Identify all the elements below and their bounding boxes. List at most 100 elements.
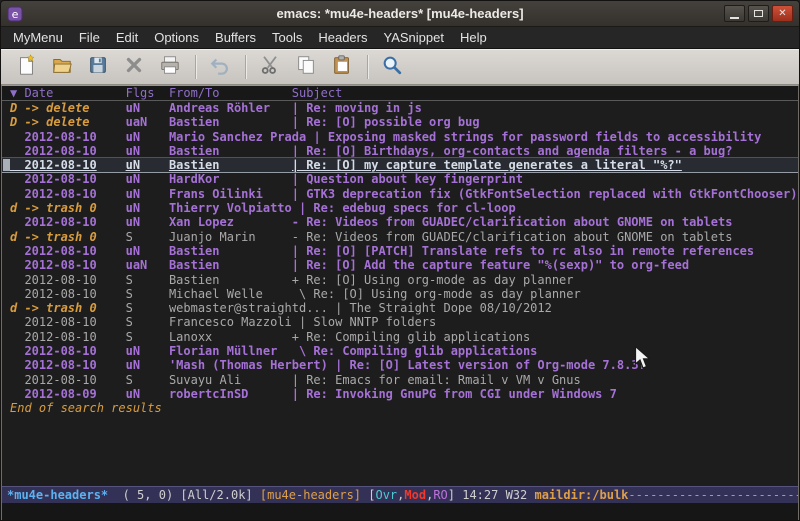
subject-cell: | Re: moving in js (292, 101, 798, 115)
column-header-date[interactable]: ▼ Date (10, 86, 126, 100)
message-row[interactable]: 2012-08-10uNBastien| Re: [O] Birthdays, … (2, 144, 798, 158)
undo-button[interactable] (205, 53, 235, 81)
titlebar[interactable]: e emacs: *mu4e-headers* [mu4e-headers] ✕ (1, 1, 799, 27)
svg-text:e: e (12, 8, 19, 21)
cut-button[interactable] (255, 53, 285, 81)
maximize-icon (754, 10, 763, 17)
flags-cell: uN (126, 344, 169, 358)
message-row[interactable]: 2012-08-10SMichael Welle \ Re: [O] Using… (2, 287, 798, 301)
column-header-flags[interactable]: Flgs (126, 86, 169, 100)
minimize-icon (730, 17, 739, 19)
menu-item-buffers[interactable]: Buffers (207, 28, 264, 47)
from-cell: Andreas Röhler (169, 101, 292, 115)
new-file-button[interactable] (11, 53, 41, 81)
column-header-subject[interactable]: Subject (292, 86, 798, 100)
minimize-button[interactable] (724, 5, 745, 22)
window-icon: e (7, 6, 23, 22)
date-cell: 2012-08-10 (10, 258, 126, 272)
from-cell: Juanjo Marin (169, 230, 292, 244)
paste-icon (331, 54, 353, 81)
flags-cell: S (126, 301, 169, 315)
from-cell: Frans Oilinki (169, 187, 292, 201)
close-buffer-button[interactable] (119, 53, 149, 81)
echo-area[interactable] (2, 503, 798, 520)
date-cell: 2012-08-10 (10, 373, 126, 387)
subject-cell: | Slow NNTP folders (299, 315, 798, 329)
menu-item-mymenu[interactable]: MyMenu (5, 28, 71, 47)
from-cell: Suvayu Ali (169, 373, 292, 387)
message-row[interactable]: 2012-08-09uNrobertcInSD| Re: Invoking Gn… (2, 387, 798, 401)
message-row[interactable]: 2012-08-10SFrancesco Mazzoli | Slow NNTP… (2, 315, 798, 329)
message-row[interactable]: 2012-08-10SSuvayu Ali| Re: Emacs for ema… (2, 373, 798, 387)
mu4e-headers-buffer: ▼ Date Flgs From/To Subject D -> deleteu… (1, 85, 799, 520)
from-cell: Bastien (169, 273, 292, 287)
message-row[interactable]: D -> deleteuNAndreas Röhler| Re: moving … (2, 101, 798, 115)
new-file-icon (15, 54, 37, 81)
menu-item-help[interactable]: Help (452, 28, 495, 47)
date-cell: 2012-08-10 (10, 244, 126, 258)
message-row[interactable]: 2012-08-10uaNBastien| Re: [O] Add the ca… (2, 258, 798, 272)
from-cell: Florian Müllner (169, 344, 292, 358)
maximize-button[interactable] (748, 5, 769, 22)
header-line[interactable]: ▼ Date Flgs From/To Subject (2, 86, 798, 101)
message-row[interactable]: d -> trash 0SJuanjo Marin- Re: Videos fr… (2, 230, 798, 244)
modeline-segment-ovr: Ovr (375, 488, 397, 502)
open-file-button[interactable] (47, 53, 77, 81)
message-row[interactable]: 2012-08-10uNMario Sanchez Prada | Exposi… (2, 130, 798, 144)
date-cell: 2012-08-10 (10, 187, 126, 201)
save-button[interactable] (83, 53, 113, 81)
date-cell: 2012-08-10 (10, 287, 126, 301)
end-of-search-results: End of search results (2, 401, 798, 415)
column-header-from[interactable]: From/To (169, 86, 292, 100)
menu-item-file[interactable]: File (71, 28, 108, 47)
menu-item-yasnippet[interactable]: YASnippet (375, 28, 451, 47)
close-button[interactable]: ✕ (772, 5, 793, 22)
modeline-segment-plain: ( 5, 0) [All/2.0k] (108, 488, 260, 502)
paste-button[interactable] (327, 53, 357, 81)
subject-cell: | The Straight Dope 08/10/2012 (335, 301, 798, 315)
message-row[interactable]: 2012-08-10uNXan Lopez- Re: Videos from G… (2, 215, 798, 229)
from-cell: 'Mash (Thomas Herbert) (169, 358, 335, 372)
subject-cell: | Question about key fingerprint (292, 172, 798, 186)
flags-cell: uN (126, 201, 169, 215)
message-row[interactable]: 2012-08-10uNFrans Oilinki| GTK3 deprecat… (2, 187, 798, 201)
menu-item-headers[interactable]: Headers (310, 28, 375, 47)
flags-cell: uaN (126, 258, 169, 272)
modeline-segment-buffer-name: *mu4e-headers* (7, 488, 108, 502)
message-row[interactable]: 2012-08-10uNFlorian Müllner \ Re: Compil… (2, 344, 798, 358)
message-row[interactable]: d -> trash 0uNThierry Volpiatto | Re: ed… (2, 201, 798, 215)
message-row[interactable]: 2012-08-10uNHardKor| Question about key … (2, 172, 798, 186)
from-cell: Bastien (169, 144, 292, 158)
message-row[interactable]: 2012-08-10uNBastien| Re: [O] my capture … (2, 158, 798, 172)
message-row[interactable]: D -> deleteuaNBastien| Re: [O] possible … (2, 115, 798, 129)
from-cell: Lanoxx (169, 330, 292, 344)
print-button[interactable] (155, 53, 185, 81)
modeline-segment-dashes: ----------------------------------------… (628, 488, 798, 502)
menu-item-edit[interactable]: Edit (108, 28, 146, 47)
undo-icon (209, 54, 231, 81)
copy-icon (295, 54, 317, 81)
flags-cell: uN (126, 101, 169, 115)
subject-cell: | Exposing masked strings for password f… (313, 130, 798, 144)
message-row[interactable]: 2012-08-10SBastien+ Re: [O] Using org-mo… (2, 273, 798, 287)
flags-cell: S (126, 330, 169, 344)
from-cell: Francesco Mazzoli (169, 315, 299, 329)
date-cell: 2012-08-09 (10, 387, 126, 401)
open-file-icon (51, 54, 73, 81)
message-row[interactable]: 2012-08-10uNBastien| Re: [O] [PATCH] Tra… (2, 244, 798, 258)
message-row[interactable]: 2012-08-10uN'Mash (Thomas Herbert) | Re:… (2, 358, 798, 372)
from-cell: Michael Welle (169, 287, 292, 301)
from-cell: Thierry Volpiatto (169, 201, 299, 215)
point-cursor (3, 159, 10, 171)
copy-button[interactable] (291, 53, 321, 81)
flags-cell: S (126, 373, 169, 387)
flags-cell: uN (126, 387, 169, 401)
message-row[interactable]: 2012-08-10SLanoxx+ Re: Compiling glib ap… (2, 330, 798, 344)
menu-item-options[interactable]: Options (146, 28, 207, 47)
message-row[interactable]: d -> trash 0Swebmaster@straightd... | Th… (2, 301, 798, 315)
modeline-segment-mod: Mod (404, 488, 426, 502)
toolbar (1, 49, 799, 85)
search-button[interactable] (377, 53, 407, 81)
flags-cell: uN (126, 215, 169, 229)
menu-item-tools[interactable]: Tools (264, 28, 310, 47)
